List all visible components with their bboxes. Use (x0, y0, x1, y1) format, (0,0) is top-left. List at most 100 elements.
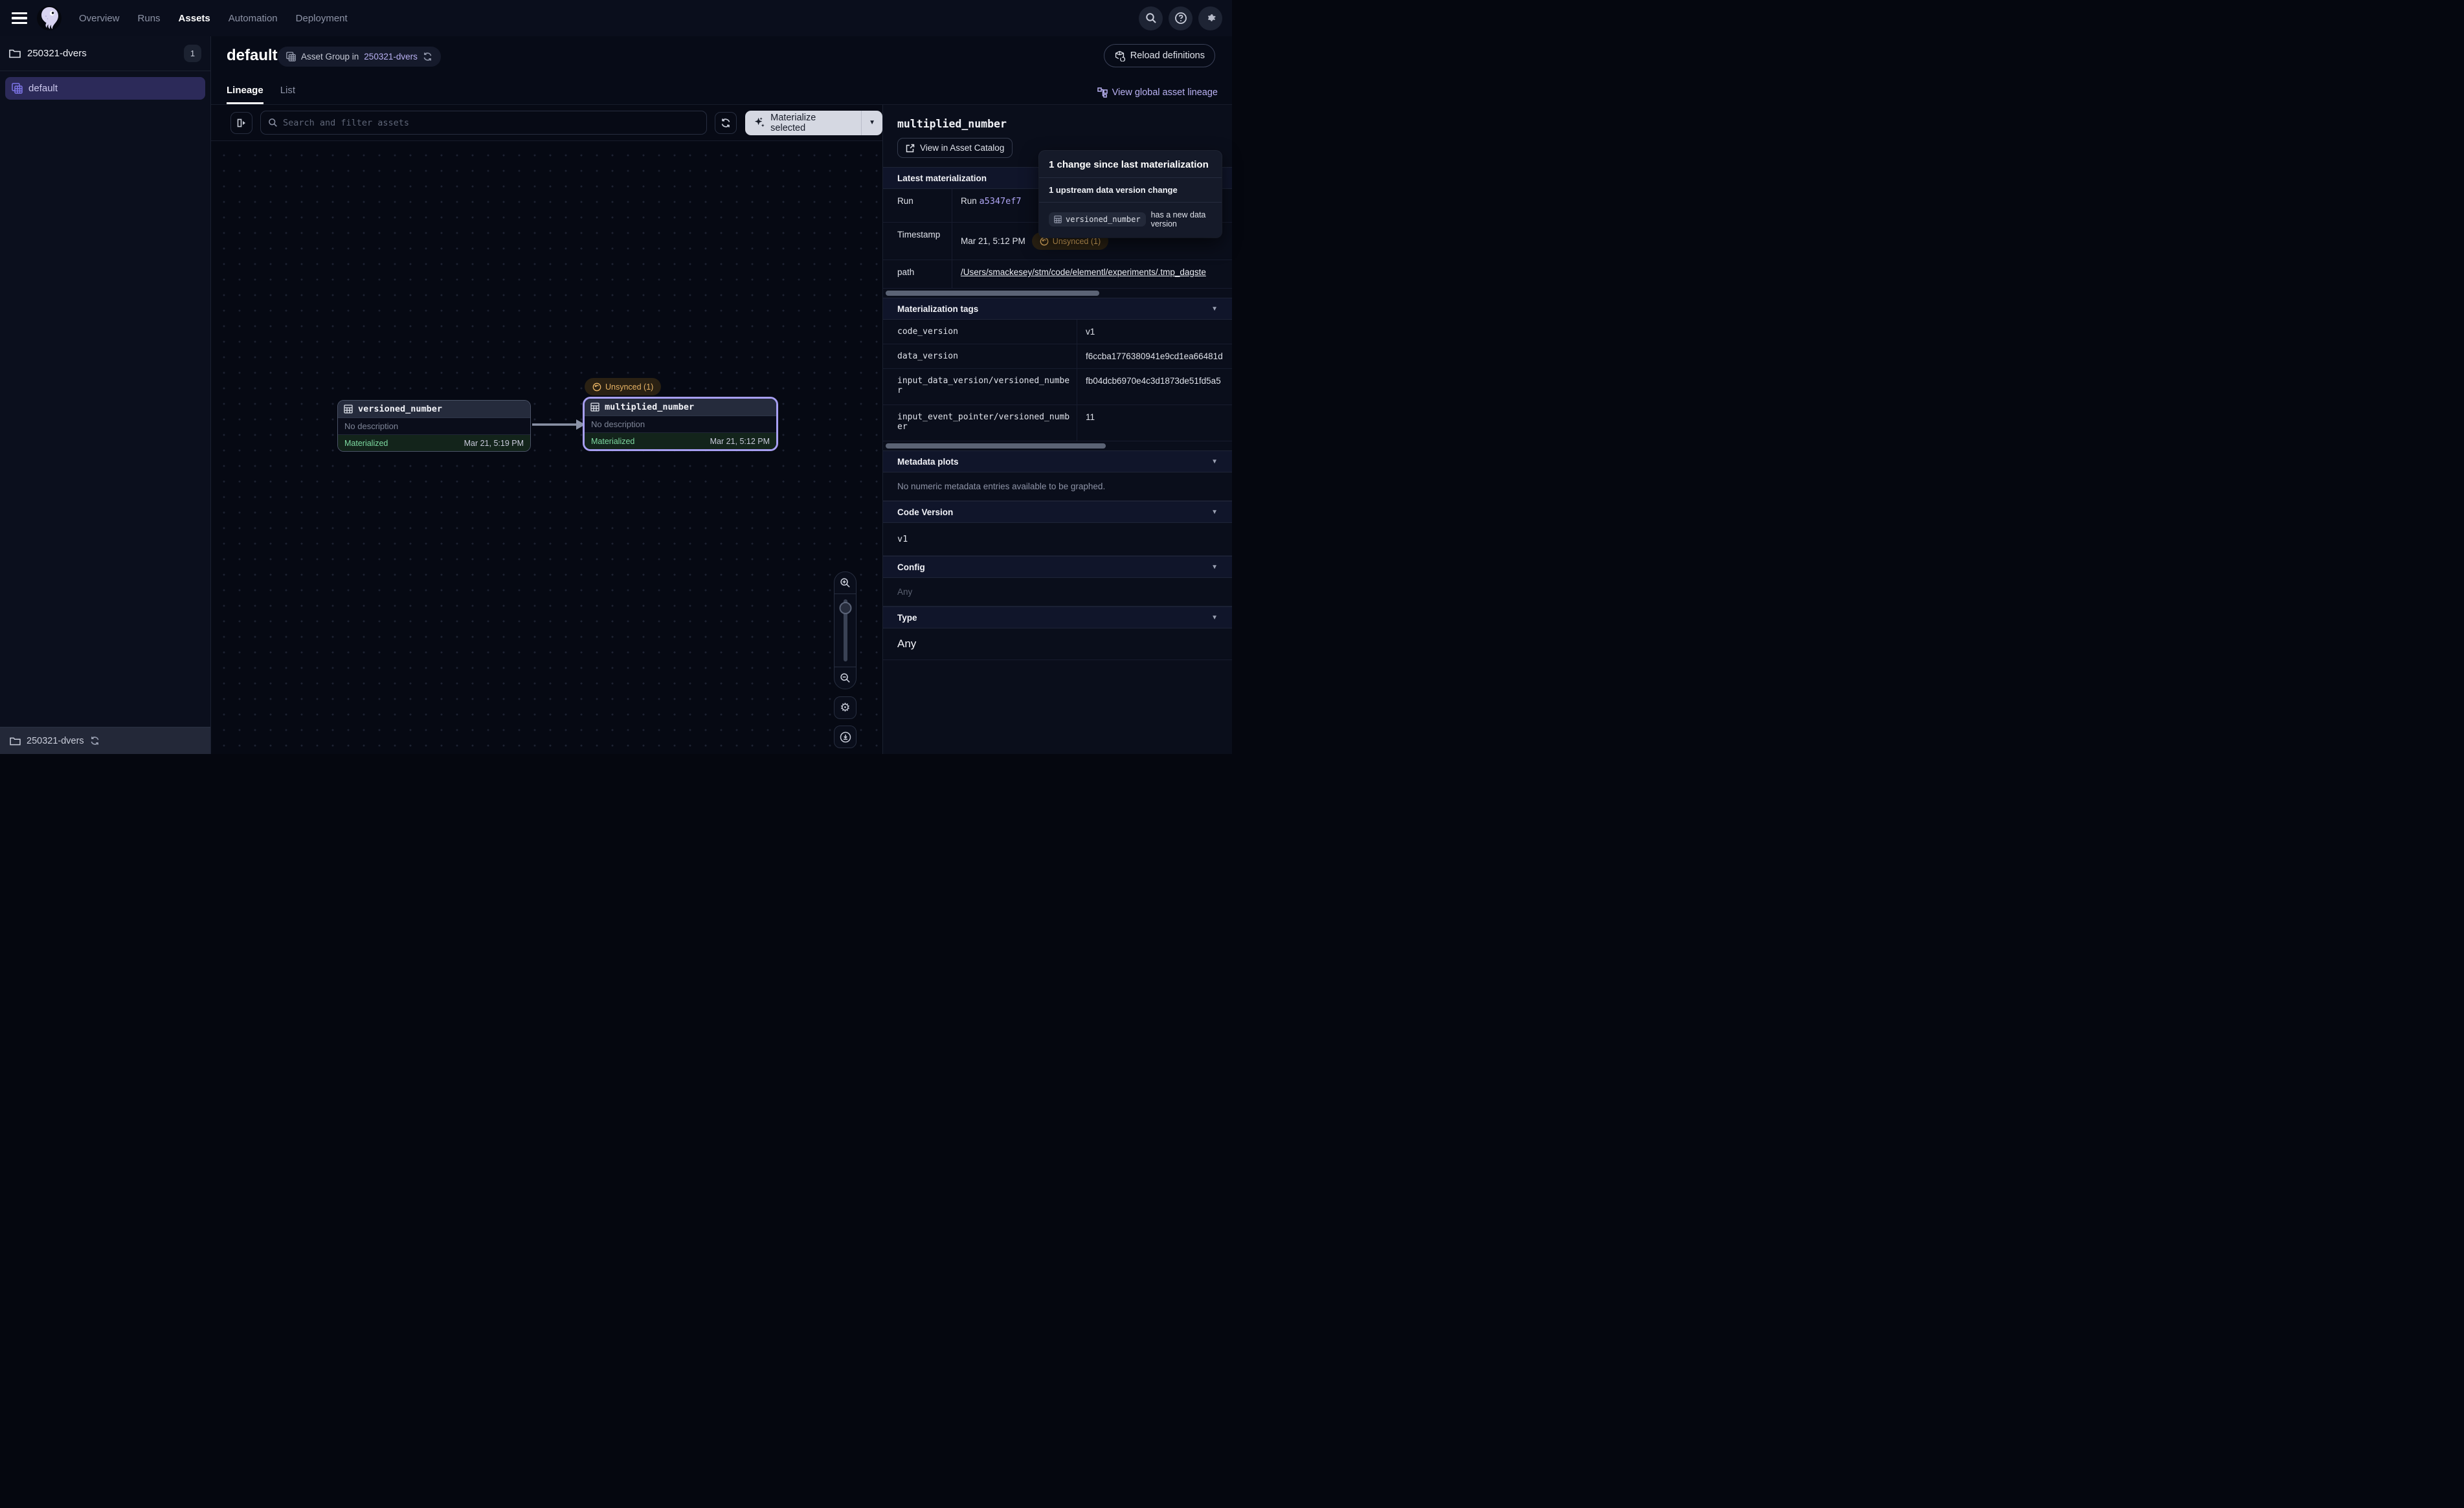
nav-runs[interactable]: Runs (138, 13, 161, 24)
asset-node-versioned-number[interactable]: versioned_number No description Material… (337, 400, 531, 452)
popover-subtitle: 1 upstream data version change (1039, 178, 1222, 202)
collapse-caret-icon[interactable]: ▼ (1211, 458, 1218, 465)
unsynced-badge-label: Unsynced (1) (1053, 237, 1101, 246)
nav-assets[interactable]: Assets (179, 13, 210, 24)
zoom-in-icon[interactable] (834, 572, 856, 594)
code-version-value: v1 (883, 523, 1232, 556)
top-nav-actions (1139, 6, 1222, 30)
metadata-empty-message: No numeric metadata entries available to… (883, 472, 1232, 501)
tag-row: data_version f6ccba1776380941e9cd1ea6648… (883, 344, 1232, 369)
nav-deployment[interactable]: Deployment (296, 13, 348, 24)
section-config: Config ▼ (883, 556, 1232, 578)
asset-group-icon (286, 52, 296, 61)
section-label: Type (897, 613, 917, 623)
timestamp-value: Mar 21, 5:12 PM (961, 236, 1025, 246)
collapse-caret-icon[interactable]: ▼ (1211, 509, 1218, 516)
horizontal-scrollbar (883, 441, 1232, 450)
run-id-link[interactable]: a5347ef7 (980, 196, 1022, 206)
asset-chip-label: versioned_number (1066, 215, 1141, 224)
asset-node-timestamp: Mar 21, 5:12 PM (710, 437, 770, 446)
asset-search-input[interactable] (283, 118, 699, 128)
selected-asset-title: multiplied_number (883, 105, 1232, 130)
settings-gear-icon[interactable] (1198, 6, 1222, 30)
reload-definitions-icon (1114, 50, 1125, 61)
asset-group-icon (12, 83, 23, 94)
folder-icon (9, 49, 21, 58)
tag-row: code_version v1 (883, 320, 1232, 344)
tag-key: input_data_version/versioned_number (883, 369, 1077, 405)
tag-key: input_event_pointer/versioned_number (883, 405, 1077, 441)
reload-definitions-button[interactable]: Reload definitions (1104, 44, 1215, 67)
view-tabs: Lineage List (227, 85, 295, 104)
asset-group-badge: Asset Group in 250321-dvers (278, 47, 441, 67)
page-header: default Asset Group in 250321-dvers Relo… (211, 36, 1232, 105)
help-icon[interactable] (1169, 6, 1193, 30)
badge-group-link[interactable]: 250321-dvers (364, 52, 418, 61)
sidebar-footer[interactable]: 250321-dvers (0, 727, 210, 754)
search-icon[interactable] (1139, 6, 1163, 30)
expand-panel-icon[interactable] (230, 112, 252, 134)
view-in-asset-catalog-button[interactable]: View in Asset Catalog (897, 138, 1013, 158)
hamburger-menu-icon[interactable] (12, 12, 27, 24)
collapse-caret-icon[interactable]: ▼ (1211, 614, 1218, 621)
asset-chip[interactable]: versioned_number (1049, 212, 1146, 227)
group-count-badge: 1 (184, 45, 201, 62)
asset-node-timestamp: Mar 21, 5:19 PM (464, 439, 524, 448)
dagster-logo[interactable] (36, 5, 62, 31)
changes-popover: 1 change since last materialization 1 up… (1039, 151, 1222, 238)
graph-settings-gear-icon[interactable]: ⚙ (834, 696, 857, 719)
download-graph-icon[interactable] (834, 726, 857, 748)
horizontal-scrollbar (883, 289, 1232, 298)
external-link-icon (906, 144, 915, 153)
lineage-graph-canvas[interactable]: Unsynced (1) versioned_number No descrip… (211, 141, 882, 754)
view-in-asset-catalog-label: View in Asset Catalog (920, 143, 1004, 153)
section-type: Type ▼ (883, 606, 1232, 628)
top-nav: Overview Runs Assets Automation Deployme… (0, 0, 1232, 36)
section-label: Latest materialization (897, 173, 987, 183)
config-value: Any (883, 578, 1232, 606)
tag-key: data_version (883, 344, 1077, 368)
tab-lineage[interactable]: Lineage (227, 85, 263, 104)
tag-value: f6ccba1776380941e9cd1ea66481d (1077, 344, 1232, 368)
run-prefix: Run (961, 196, 980, 206)
reload-definitions-label: Reload definitions (1130, 50, 1205, 61)
tag-value: v1 (1077, 320, 1232, 344)
section-label: Metadata plots (897, 457, 959, 467)
global-lineage-label: View global asset lineage (1112, 87, 1218, 98)
materialize-selected-button[interactable]: Materialize selected ▼ (745, 111, 882, 135)
nav-overview[interactable]: Overview (79, 13, 120, 24)
sidebar-item-default[interactable]: default (5, 77, 205, 100)
unsynced-icon (592, 383, 601, 392)
materialize-dropdown-caret[interactable]: ▼ (861, 111, 882, 135)
tag-key: code_version (883, 320, 1077, 344)
collapse-caret-icon[interactable]: ▼ (1211, 305, 1218, 313)
collapse-caret-icon[interactable]: ▼ (1211, 564, 1218, 571)
refresh-graph-icon[interactable] (715, 112, 737, 134)
sidebar-item-label: default (28, 83, 58, 94)
asset-node-multiplied-number[interactable]: multiplied_number No description Materia… (583, 397, 778, 451)
tab-list[interactable]: List (280, 85, 295, 104)
asset-search-box (260, 111, 707, 135)
nav-automation[interactable]: Automation (229, 13, 278, 24)
table-icon (1054, 216, 1062, 223)
zoom-slider[interactable] (834, 594, 856, 667)
scrollbar-thumb[interactable] (886, 291, 1099, 296)
timestamp-key: Timestamp (883, 223, 952, 260)
unsynced-badge[interactable]: Unsynced (1) (585, 378, 661, 395)
asset-node-description: No description (338, 418, 530, 435)
lineage-toolbar: Materialize selected ▼ (211, 105, 882, 141)
zoom-slider-knob[interactable] (839, 602, 851, 614)
table-icon (590, 403, 599, 412)
path-link[interactable]: /Users/smackesey/stm/code/elementl/exper… (961, 267, 1206, 277)
zoom-out-icon[interactable] (834, 667, 856, 689)
asset-node-status: Materialized (591, 437, 634, 446)
asset-node-description: No description (585, 416, 776, 433)
view-global-asset-lineage-link[interactable]: View global asset lineage (1097, 87, 1218, 98)
sidebar-code-location-row[interactable]: 250321-dvers 1 (0, 36, 210, 71)
refresh-icon[interactable] (90, 736, 100, 746)
latest-path-row: path /Users/smackesey/stm/code/elementl/… (883, 260, 1232, 289)
scrollbar-thumb[interactable] (886, 443, 1106, 449)
refresh-icon[interactable] (423, 52, 432, 61)
run-key: Run (883, 189, 952, 222)
asset-node-status: Materialized (344, 439, 388, 448)
